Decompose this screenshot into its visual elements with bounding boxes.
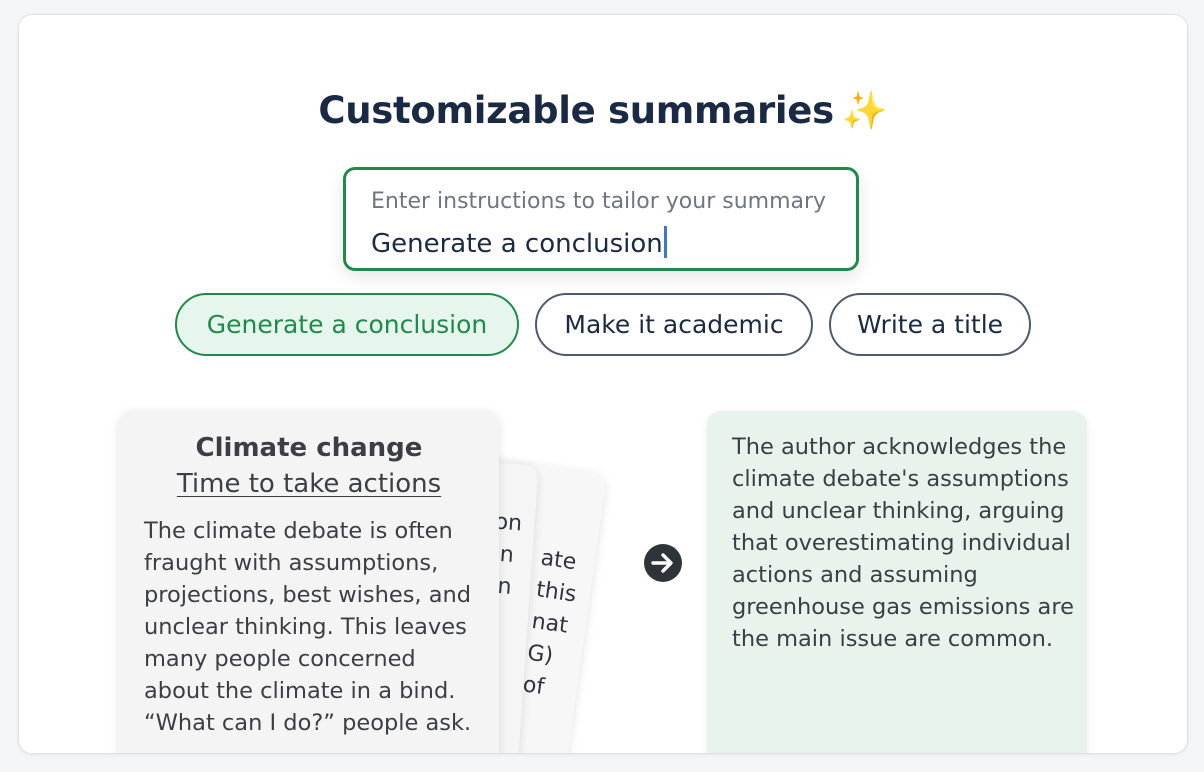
source-document-card: Climate change Time to take actions The … bbox=[119, 411, 499, 753]
page-title-text: Customizable summaries bbox=[318, 89, 834, 132]
instructions-value: Generate a conclusion bbox=[371, 229, 663, 259]
summary-panel: Customizable summaries ✨ Enter instructio… bbox=[18, 14, 1188, 754]
summary-result-text: The author acknowledges the climate deba… bbox=[732, 434, 1074, 652]
document-title: Climate change bbox=[195, 433, 423, 463]
arrow-right-circle-icon bbox=[644, 544, 682, 582]
instructions-input-box[interactable]: Enter instructions to tailor your summar… bbox=[343, 167, 859, 271]
page-title: Customizable summaries ✨ bbox=[19, 89, 1187, 133]
sparkles-icon: ✨ bbox=[841, 89, 888, 132]
instructions-label: Enter instructions to tailor your summar… bbox=[371, 189, 827, 214]
instructions-input[interactable]: Generate a conclusion bbox=[371, 226, 667, 259]
document-body: The climate debate is often fraught with… bbox=[144, 518, 472, 736]
chip-write-title[interactable]: Write a title bbox=[829, 293, 1031, 356]
text-caret bbox=[663, 226, 667, 258]
document-subtitle: Time to take actions bbox=[176, 469, 442, 499]
chip-generate-conclusion[interactable]: Generate a conclusion bbox=[175, 293, 519, 356]
summary-result-card: The author acknowledges the climate deba… bbox=[707, 411, 1087, 753]
chip-make-academic[interactable]: Make it academic bbox=[535, 293, 813, 356]
